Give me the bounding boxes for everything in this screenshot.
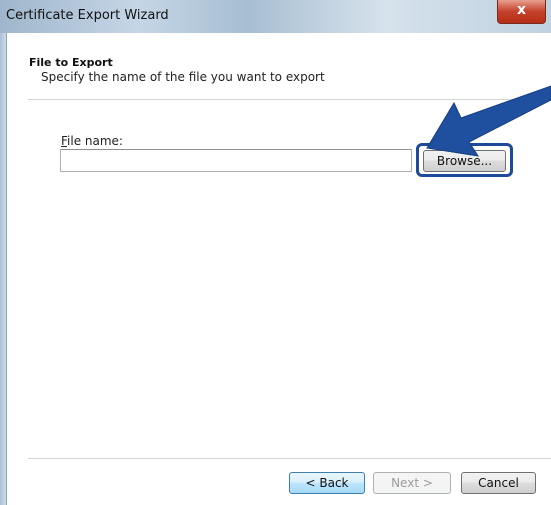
back-button[interactable]: < Back (289, 472, 365, 494)
browse-button[interactable]: Browse... (423, 150, 506, 172)
certificate-export-wizard-window: Certificate Export Wizard x File to Expo… (0, 0, 551, 505)
next-button: Next > (373, 472, 451, 494)
close-button[interactable]: x (497, 0, 546, 24)
window-title: Certificate Export Wizard (6, 8, 169, 23)
file-name-input[interactable] (60, 149, 412, 172)
header-divider (28, 99, 551, 100)
title-bar[interactable]: Certificate Export Wizard x (0, 0, 551, 34)
page-title: File to Export (29, 56, 113, 69)
file-name-label-text: ile name: (67, 134, 123, 148)
file-name-label: File name: (61, 134, 123, 148)
cancel-button[interactable]: Cancel (461, 472, 536, 494)
page-subtitle: Specify the name of the file you want to… (41, 70, 325, 84)
footer-divider (28, 458, 551, 459)
close-icon: x (516, 2, 527, 18)
wizard-client-area (7, 33, 551, 505)
